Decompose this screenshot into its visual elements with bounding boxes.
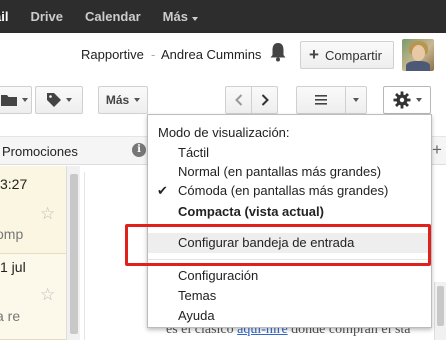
mail-snippet: omp	[0, 226, 24, 242]
highlight-annotation	[125, 224, 431, 266]
menu-item-settings[interactable]: Configuración	[148, 266, 431, 285]
avatar[interactable]	[402, 39, 434, 71]
tab-promotions[interactable]: Promociones	[2, 144, 78, 159]
nav-more[interactable]: Más	[163, 9, 198, 24]
chevron-down-icon	[134, 98, 141, 102]
star-icon[interactable]: ☆	[40, 204, 55, 224]
mail-list: 3:27 ☆ omp 1 jul ☆ a re	[0, 166, 66, 340]
add-tab-icon[interactable]: +	[432, 140, 442, 160]
top-nav-bar: ail Drive Calendar Más	[0, 0, 446, 33]
list-scrollbar[interactable]	[66, 166, 80, 340]
chevron-down-icon	[415, 98, 422, 102]
split-pane-dropdown[interactable]	[345, 86, 367, 114]
menu-item-help[interactable]: Ayuda	[148, 306, 431, 325]
account-bar: Rapportive - Andrea Cummins + Compartir	[0, 33, 446, 77]
menu-item-label: Ayuda	[178, 308, 215, 323]
gear-icon	[393, 91, 410, 109]
move-to-button[interactable]	[0, 86, 32, 114]
share-button[interactable]: + Compartir	[300, 41, 394, 69]
nav-calendar[interactable]: Calendar	[85, 9, 141, 24]
chevron-down-icon	[21, 98, 28, 102]
mail-snippet: a re	[0, 308, 21, 324]
list-item[interactable]: 3:27 ☆ omp	[0, 166, 66, 254]
settings-gear-button[interactable]	[383, 86, 431, 114]
menu-item-normal[interactable]: Normal (en pantallas más grandes)	[148, 162, 431, 181]
display-density-header: Modo de visualización:	[158, 125, 290, 140]
more-actions-label: Más	[105, 93, 130, 107]
menu-item-themes[interactable]: Temas	[148, 286, 431, 305]
more-actions-button[interactable]: Más	[98, 86, 148, 114]
mail-time: 1 jul	[0, 259, 26, 275]
star-icon[interactable]: ☆	[40, 285, 55, 305]
checkmark-icon: ✔	[157, 183, 168, 198]
pane-scrollbar[interactable]	[434, 282, 446, 340]
rapportive-link[interactable]: Rapportive	[81, 47, 144, 62]
chevron-down-icon	[353, 98, 359, 102]
nav-more-label: Más	[162, 9, 188, 24]
older-button[interactable]	[251, 86, 278, 114]
folder-icon	[0, 95, 17, 106]
bell-icon[interactable]	[269, 42, 287, 62]
chevron-left-icon	[234, 94, 242, 106]
menu-item-comfortable[interactable]: ✔ Cómoda (en pantallas más grandes)	[148, 181, 431, 200]
newer-button[interactable]	[225, 86, 252, 114]
menu-item-compact[interactable]: Compacta (vista actual)	[148, 202, 431, 221]
menu-item-label: Temas	[178, 288, 217, 303]
settings-menu: Modo de visualización: Táctil Normal (en…	[147, 114, 432, 328]
menu-item-touch[interactable]: Táctil	[148, 143, 431, 162]
user-name[interactable]: Andrea Cummins	[161, 47, 261, 62]
menu-item-label: Cómoda (en pantallas más grandes)	[178, 183, 389, 198]
share-label: Compartir	[324, 47, 383, 63]
menu-item-label: Táctil	[178, 145, 210, 160]
nav-drive[interactable]: Drive	[30, 9, 63, 24]
separator: -	[151, 47, 156, 62]
split-pane-button[interactable]	[296, 86, 346, 114]
label-tag-icon	[46, 93, 61, 107]
list-icon	[315, 95, 327, 105]
info-icon[interactable]: i	[132, 143, 146, 157]
menu-item-label: Configuración	[178, 268, 259, 283]
mail-time: 3:27	[0, 176, 28, 192]
labels-button[interactable]	[35, 86, 83, 114]
chevron-down-icon	[65, 98, 72, 102]
nav-gmail[interactable]: ail	[0, 9, 8, 24]
menu-item-label: Compacta (vista actual)	[178, 204, 324, 219]
chevron-down-icon	[191, 17, 198, 21]
chevron-right-icon	[261, 94, 269, 106]
list-item[interactable]: 1 jul ☆ a re	[0, 254, 66, 340]
plus-icon: +	[309, 45, 319, 64]
menu-item-label: Normal (en pantallas más grandes)	[178, 164, 382, 179]
